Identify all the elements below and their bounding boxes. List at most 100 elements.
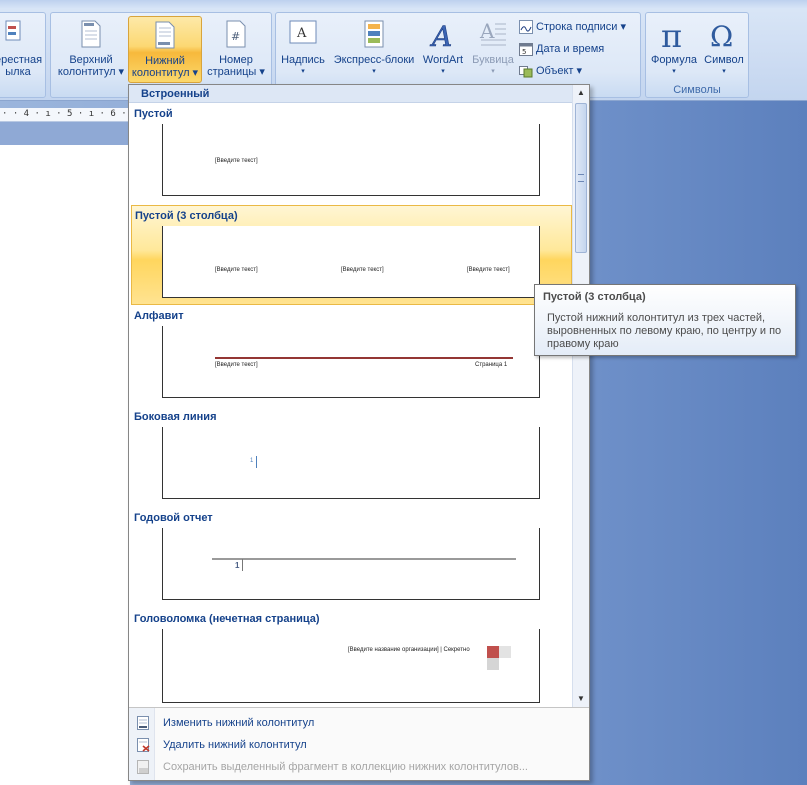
svg-text:A: A: [429, 20, 452, 50]
wordart-icon: A: [429, 20, 457, 54]
wordart-button[interactable]: A WordArt ▾: [418, 16, 468, 83]
preview-page-number: 1: [250, 458, 254, 464]
wordart-arrow: ▾: [441, 68, 445, 75]
preview-placeholder: [Введите текст]: [215, 158, 258, 164]
preview-placeholder: [Введите название организации] | Секретн…: [348, 647, 470, 653]
cross-reference-label-1: ерестная: [0, 54, 43, 66]
preview-rule: [215, 357, 513, 359]
svg-text:5: 5: [522, 48, 526, 56]
quick-parts-button[interactable]: Экспресс-блоки ▾: [330, 16, 418, 83]
signature-line-label: Строка подписи ▾: [536, 21, 627, 33]
symbols-group-label: Символы: [673, 84, 721, 96]
textbox-button[interactable]: A Надпись ▾: [278, 16, 328, 83]
gallery-item-title: Алфавит: [134, 310, 184, 322]
footer-button-label-1: Нижний: [145, 55, 185, 67]
footer-button-label-2: колонтитул ▾: [131, 67, 199, 79]
remove-footer-label: Удалить нижний колонтитул: [163, 739, 307, 751]
page-number-label-2: страницы ▾: [207, 66, 265, 78]
gallery-item-title: Пустой (3 столбца): [135, 210, 238, 222]
date-time-label: Дата и время: [536, 43, 605, 55]
ribbon-group-links: ерестная ылка: [0, 12, 46, 98]
drop-cap-arrow: ▾: [491, 68, 495, 75]
gallery-item-sideline[interactable]: Боковая линия 1: [131, 407, 572, 505]
gallery-item-title: Пустой: [134, 108, 173, 120]
symbol-button[interactable]: Ω Символ ▾: [700, 16, 748, 83]
footer-preview: [Введите текст]: [162, 124, 540, 196]
equation-label: Формула: [650, 54, 698, 66]
object-icon: [519, 66, 533, 78]
textbox-arrow: ▾: [301, 68, 305, 75]
preview-side-line: [256, 456, 257, 468]
gallery-item-tooltip: Пустой (3 столбца) Пустой нижний колонти…: [534, 284, 796, 356]
page-number-label-1: Номер: [219, 54, 253, 66]
page-number-icon: #: [225, 20, 247, 51]
edit-footer-icon: [137, 716, 149, 730]
scroll-thumb[interactable]: [575, 103, 587, 253]
gallery-item-annual-report[interactable]: Годовой отчет 1: [131, 508, 572, 606]
remove-footer-menu-item[interactable]: Удалить нижний колонтитул: [133, 735, 583, 755]
tooltip-body: Пустой нижний колонтитул из трех частей,…: [547, 312, 782, 350]
quick-parts-label: Экспресс-блоки: [333, 54, 415, 66]
gallery-item-title: Головоломка (нечетная страница): [134, 613, 320, 625]
date-time-button[interactable]: 5 Дата и время: [519, 39, 604, 59]
header-button[interactable]: Верхний колонтитул ▾: [54, 16, 128, 83]
gallery-section-header: Встроенный: [129, 85, 573, 103]
header-icon: [80, 20, 102, 51]
textbox-label: Надпись: [281, 54, 325, 66]
symbol-arrow: ▾: [722, 68, 726, 75]
puzzle-block-gray-1: [499, 646, 511, 658]
pi-icon: π: [659, 17, 689, 55]
horizontal-ruler[interactable]: · · 4 · ı · 5 · ı · 6 ·: [0, 108, 130, 122]
footer-button[interactable]: Нижний колонтитул ▾: [128, 16, 202, 83]
svg-text:#: #: [231, 30, 240, 43]
gallery-item-title: Годовой отчет: [134, 512, 213, 524]
object-label: Объект ▾: [536, 65, 583, 77]
svg-text:A: A: [296, 26, 307, 41]
save-selection-menu-item[interactable]: Сохранить выделенный фрагмент в коллекци…: [133, 757, 583, 777]
svg-text:Ω: Ω: [710, 20, 733, 50]
equation-button[interactable]: π Формула ▾: [648, 16, 700, 83]
footer-preview: [Введите текст] Страница 1: [162, 326, 540, 398]
cross-reference-label-2: ылка: [5, 66, 31, 78]
document-page[interactable]: [0, 145, 130, 785]
preview-placeholder-left: [Введите текст]: [215, 267, 258, 273]
page-margin-area: [0, 122, 130, 145]
puzzle-block-red: [487, 646, 499, 658]
preview-placeholder: [Введите текст]: [215, 362, 258, 368]
textbox-icon: A: [289, 20, 317, 49]
save-selection-label: Сохранить выделенный фрагмент в коллекци…: [163, 761, 528, 773]
drop-cap-button[interactable]: A Буквица ▾: [468, 16, 518, 83]
page-number-button[interactable]: # Номер страницы ▾: [202, 16, 270, 83]
gallery-section-title: Встроенный: [141, 88, 210, 100]
preview-vertical-line: [242, 559, 243, 571]
puzzle-block-gray-2: [487, 658, 499, 670]
signature-line-icon: [519, 20, 533, 35]
footer-icon: [154, 21, 176, 52]
gallery-item-puzzle-odd[interactable]: Головоломка (нечетная страница) [Введите…: [131, 609, 572, 707]
object-button[interactable]: Объект ▾: [519, 61, 582, 81]
symbol-label: Символ: [704, 54, 744, 66]
footer-preview: 1: [162, 528, 540, 600]
footer-preview: [Введите текст] [Введите текст] [Введите…: [162, 226, 540, 298]
gallery-scrollbar[interactable]: ▲ ▼: [572, 85, 589, 707]
gallery-item-title: Боковая линия: [134, 411, 217, 423]
cross-reference-icon: [5, 20, 23, 45]
gallery-item-blank[interactable]: Пустой [Введите текст]: [131, 104, 572, 202]
scroll-grip-icon: [578, 174, 584, 182]
header-button-label-2: колонтитул ▾: [57, 66, 125, 78]
ribbon-tab-strip: [0, 0, 807, 9]
gallery-item-alphabet[interactable]: Алфавит [Введите текст] Страница 1: [131, 306, 572, 404]
scroll-up-arrow-icon[interactable]: ▲: [573, 85, 589, 101]
footer-preview: 1: [162, 427, 540, 499]
calendar-icon: 5: [519, 43, 533, 57]
signature-line-button[interactable]: Строка подписи ▾: [519, 17, 626, 37]
cross-reference-button[interactable]: ерестная ылка: [0, 16, 43, 83]
equation-arrow: ▾: [672, 68, 676, 75]
scroll-down-arrow-icon[interactable]: ▼: [573, 691, 589, 707]
edit-footer-menu-item[interactable]: Изменить нижний колонтитул: [133, 713, 583, 733]
gallery-item-blank-three-columns[interactable]: Пустой (3 столбца) [Введите текст] [Введ…: [131, 205, 572, 305]
preview-placeholder-right: [Введите текст]: [467, 267, 510, 273]
preview-placeholder-center: [Введите текст]: [341, 267, 384, 273]
preview-rule: [212, 558, 516, 560]
wordart-label: WordArt: [422, 54, 464, 66]
